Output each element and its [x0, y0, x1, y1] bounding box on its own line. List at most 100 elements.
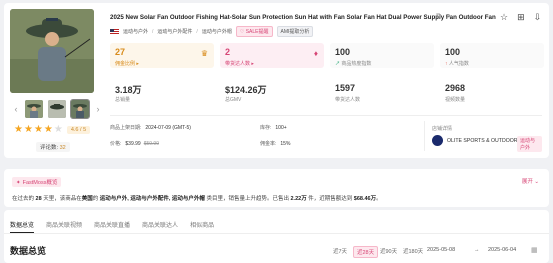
product-main-image[interactable]	[10, 9, 94, 93]
price-label: 价格:	[110, 141, 122, 147]
summary-text: 件，近期售额达到	[308, 196, 353, 202]
star-icon: ★	[43, 124, 53, 135]
date-start[interactable]: 2025-05-08	[427, 247, 455, 253]
sale-alert-tag[interactable]: ♡ SALE提醒	[235, 26, 273, 37]
store-label: 店铺详情	[432, 126, 453, 132]
category-link[interactable]: 运动与户外配件	[157, 28, 192, 35]
star-icon: ★	[14, 124, 23, 135]
thumbnail[interactable]	[48, 100, 66, 118]
chevron-left-icon[interactable]: ‹	[12, 104, 20, 114]
stat-creator-count: 1597 带货达人数	[330, 79, 434, 104]
summary-sold: 2.22万	[290, 196, 307, 202]
spark-icon: ✦	[16, 180, 21, 186]
summary-gmv: $68.46万	[353, 196, 377, 202]
commission-rate: 佣金率: 15%	[260, 140, 290, 147]
ai-analysis-tag[interactable]: AMI提取分析	[276, 26, 314, 37]
category-separator: /	[152, 28, 154, 35]
trend-up-icon: ↗	[335, 61, 341, 67]
category-row: 运动与户外 / 运动与户外配件 / 运动与户外帽 ♡ SALE提醒 AMI提取分…	[110, 26, 314, 37]
tab-related-live[interactable]: 商品关联直播	[94, 220, 130, 233]
summary-days: 28	[35, 196, 42, 202]
stat-total-sales: 3.18万 总销量	[110, 79, 214, 104]
range-180d[interactable]: 近180天	[400, 246, 426, 256]
summary-text: 的	[92, 196, 99, 202]
divider	[4, 233, 549, 234]
range-90d[interactable]: 近90天	[377, 246, 400, 256]
export-icon[interactable]: ⇩	[534, 12, 542, 23]
collection-icon[interactable]: ⊞	[517, 12, 525, 23]
stat-value: $124.26万	[225, 85, 267, 95]
fastmoss-overview: ✦ FastMoss概览 展开 ⌄ 在过去的 28 天里，该商品在美国的 运动与户…	[4, 169, 549, 207]
star-icon: ★	[53, 124, 63, 135]
stat-label: 带货达人数	[335, 97, 361, 103]
stat-video-count: 2968 视频数量	[440, 79, 544, 104]
range-7d[interactable]: 近7天	[330, 246, 350, 256]
commission-value: 15%	[280, 141, 291, 147]
stat-hotness: 100 ↗ 商品热度指数	[330, 43, 434, 68]
stat-label: 佣金比例 ▸	[115, 61, 139, 67]
date-end[interactable]: 2025-06-04	[488, 247, 516, 253]
stat-label: ↗ 商品热度指数	[335, 60, 371, 67]
star-icon: ★	[23, 124, 33, 135]
stat-value: 100	[335, 47, 351, 57]
tab-similar-products[interactable]: 相似商品	[190, 220, 214, 233]
tab-data-overview[interactable]: 数据总览	[10, 220, 35, 233]
thumbnail[interactable]	[70, 99, 90, 119]
stat-value: 1597	[335, 83, 356, 93]
star-icon: ★	[33, 124, 43, 135]
category-link[interactable]: 运动与户外帽	[202, 28, 232, 35]
coin-icon: ♛	[200, 49, 208, 58]
stock-label: 库存:	[260, 125, 272, 131]
diamond-icon: ♦	[313, 49, 318, 58]
summary-text: 天里，该商品在	[43, 196, 82, 202]
thumbnail[interactable]	[25, 100, 43, 118]
calendar-icon[interactable]: ▦	[531, 246, 538, 254]
price-original: $59.99	[143, 141, 159, 147]
stat-commission[interactable]: 27 佣金比例 ▸ ♛	[110, 43, 214, 68]
stat-total-gmv: $124.26万 总GMV	[220, 79, 324, 104]
thumbnail-strip: ‹ ›	[12, 99, 102, 119]
price: 价格: $39.99 $59.99	[110, 140, 159, 147]
stat-value: 2	[225, 47, 231, 57]
tab-bar: 数据总览 商品关联视频 商品关联直播 商品关联达人 相似商品	[10, 220, 214, 233]
tab-related-videos[interactable]: 商品关联视频	[46, 220, 82, 233]
range-28d[interactable]: 近28天	[353, 246, 379, 258]
store-logo	[432, 135, 443, 146]
rating-value: 4.6 / 5	[66, 126, 91, 134]
date-separator: →	[474, 247, 480, 253]
fastmoss-badge-label: FastMoss概览	[22, 180, 58, 186]
summary-text: 。	[376, 196, 382, 202]
stat-label: 总GMV	[225, 97, 242, 103]
store-category-tag: 运动与户外	[517, 136, 542, 152]
external-link-icon[interactable]: ↗	[445, 13, 451, 21]
stat-label: 视频数量	[445, 97, 466, 103]
chevron-right-icon[interactable]: ›	[94, 104, 102, 114]
summary-text: 在过去的	[12, 196, 35, 202]
stat-label: 总销量	[115, 97, 131, 103]
title-actions: ⧉ ↗	[436, 13, 451, 21]
reviews-badge: 评论数: 32	[36, 142, 70, 152]
category-separator: /	[196, 28, 198, 35]
stat-value: 2968	[445, 83, 466, 93]
stat-label: ↑ 人气指数	[445, 60, 469, 67]
arrow-up-icon: ↑	[445, 61, 448, 67]
star-outline-icon[interactable]: ☆	[500, 12, 508, 23]
data-section: 数据总览 商品关联视频 商品关联直播 商品关联达人 相似商品 数据总览 近7天 …	[4, 210, 549, 263]
reviews-count: 32	[59, 145, 66, 151]
category-link[interactable]: 运动与户外	[123, 28, 148, 35]
expand-button[interactable]: 展开 ⌄	[522, 177, 539, 185]
launch-label: 商品上架日期:	[110, 125, 142, 131]
stat-popularity: 100 ↑ 人气指数	[440, 43, 544, 68]
store-details[interactable]: 店铺详情 OLITE SPORTS & OUTDOOR 运动与户外	[424, 121, 542, 152]
commission-label: 佣金率:	[260, 141, 277, 147]
tab-related-creators[interactable]: 商品关联达人	[142, 220, 178, 233]
fastmoss-badge: ✦ FastMoss概览	[12, 177, 62, 187]
header-actions: ☆ ⊞ ⇩	[500, 12, 541, 23]
price-value: $39.99	[125, 141, 141, 147]
stat-label-text: 商品热度指数	[341, 61, 372, 67]
stat-value: 3.18万	[115, 85, 142, 95]
store-name[interactable]: OLITE SPORTS & OUTDOOR	[447, 138, 518, 144]
summary-country: 美国	[81, 196, 93, 202]
copy-icon[interactable]: ⧉	[436, 13, 441, 21]
stat-creators[interactable]: 2 带货达人数 ▸ ♦	[220, 43, 324, 68]
